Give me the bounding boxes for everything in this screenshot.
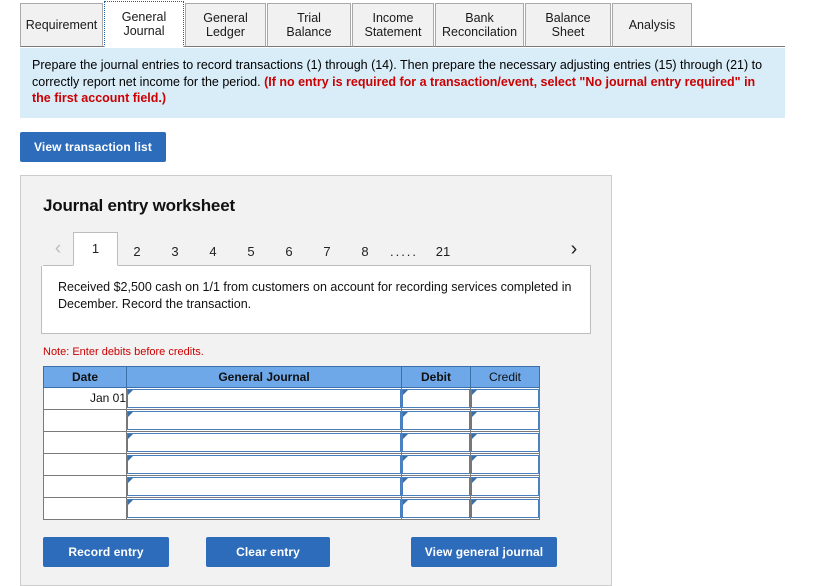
row-5-date-cell <box>43 474 127 498</box>
tab-requirement[interactable]: Requirement <box>20 3 103 47</box>
row-6-debit-cell[interactable] <box>401 496 471 520</box>
row-5-account-input[interactable] <box>127 476 401 496</box>
tab-list: Requirement General Journal General Ledg… <box>20 0 818 47</box>
worksheet-button-row: Record entry Clear entry View general jo… <box>43 536 557 567</box>
row-3-debit-input[interactable] <box>402 432 470 452</box>
row-3-debit-cell[interactable] <box>401 430 471 454</box>
pager-page-7[interactable]: 7 <box>308 237 346 266</box>
row-5-credit-input[interactable] <box>471 476 539 496</box>
row-4-debit-input[interactable] <box>402 454 470 474</box>
record-entry-button[interactable]: Record entry <box>43 536 169 567</box>
tab-general-ledger[interactable]: General Ledger <box>185 3 266 47</box>
journal-entry-table: Date General Journal Debit Credit Jan 01 <box>43 365 540 520</box>
tab-income-statement[interactable]: Income Statement <box>352 3 434 47</box>
row-3-credit-input[interactable] <box>471 432 539 452</box>
row-5-debit-cell[interactable] <box>401 474 471 498</box>
row-1-credit-cell[interactable] <box>470 386 540 410</box>
row-2-account-input[interactable] <box>127 410 401 430</box>
pager-page-1[interactable]: 1 <box>73 231 118 266</box>
transaction-description-text: Received $2,500 cash on 1/1 from custome… <box>58 279 572 311</box>
pager-ellipsis: ..... <box>389 243 419 259</box>
tab-bank-reconciliation[interactable]: Bank Reconcilation <box>435 3 524 47</box>
row-4-debit-cell[interactable] <box>401 452 471 476</box>
pager-page-2[interactable]: 2 <box>118 237 156 266</box>
row-2-account-cell[interactable] <box>126 408 402 432</box>
row-3-account-input[interactable] <box>127 432 401 452</box>
journal-table-header-row: Date General Journal Debit Credit <box>43 365 540 388</box>
row-6-account-input[interactable] <box>127 498 401 518</box>
pager-page-4[interactable]: 4 <box>194 237 232 266</box>
pager-next-chevron-right-icon[interactable]: › <box>557 233 591 266</box>
row-5-account-cell[interactable] <box>126 474 402 498</box>
transaction-description-box: Received $2,500 cash on 1/1 from custome… <box>41 265 591 334</box>
row-5-credit-cell[interactable] <box>470 474 540 498</box>
pager-page-21[interactable]: 21 <box>424 237 462 266</box>
pager-page-8[interactable]: 8 <box>346 237 384 266</box>
row-2-debit-input[interactable] <box>402 410 470 430</box>
table-row <box>43 496 540 520</box>
column-header-date: Date <box>43 365 127 388</box>
row-4-account-input[interactable] <box>127 454 401 474</box>
instructions-banner: Prepare the journal entries to record tr… <box>20 48 785 118</box>
row-5-debit-input[interactable] <box>402 476 470 496</box>
row-6-date-cell <box>43 496 127 520</box>
table-row <box>43 474 540 498</box>
row-4-credit-input[interactable] <box>471 454 539 474</box>
row-6-account-cell[interactable] <box>126 496 402 520</box>
view-transaction-list-button[interactable]: View transaction list <box>20 131 166 162</box>
row-3-date-cell <box>43 430 127 454</box>
tab-trial-balance[interactable]: Trial Balance <box>267 3 351 47</box>
table-row <box>43 452 540 476</box>
table-row <box>43 430 540 454</box>
main-tab-strip: Requirement General Journal General Ledg… <box>0 0 818 48</box>
column-header-debit: Debit <box>401 365 471 388</box>
row-6-credit-input[interactable] <box>471 498 539 518</box>
row-4-credit-cell[interactable] <box>470 452 540 476</box>
column-header-general-journal: General Journal <box>126 365 402 388</box>
pager-prev-chevron-left-icon[interactable]: ‹ <box>43 233 73 266</box>
row-6-credit-cell[interactable] <box>470 496 540 520</box>
pager-page-3[interactable]: 3 <box>156 237 194 266</box>
worksheet-pager: ‹ 1 2 3 4 5 6 7 8 ..... 21 › <box>43 231 591 266</box>
journal-table-head: Date General Journal Debit Credit <box>43 365 540 388</box>
row-4-account-cell[interactable] <box>126 452 402 476</box>
debits-before-credits-note: Note: Enter debits before credits. <box>43 345 204 358</box>
tab-general-journal[interactable]: General Journal <box>104 1 184 47</box>
row-2-debit-cell[interactable] <box>401 408 471 432</box>
row-6-debit-input[interactable] <box>402 498 470 518</box>
row-1-date-cell: Jan 01 <box>43 386 127 410</box>
column-header-credit: Credit <box>470 365 540 388</box>
row-1-debit-cell[interactable] <box>401 386 471 410</box>
row-3-credit-cell[interactable] <box>470 430 540 454</box>
row-1-debit-input[interactable] <box>402 388 470 408</box>
journal-entry-worksheet-panel: Journal entry worksheet ‹ 1 2 3 4 5 6 7 … <box>20 174 612 586</box>
tab-balance-sheet[interactable]: Balance Sheet <box>525 3 611 47</box>
row-3-account-cell[interactable] <box>126 430 402 454</box>
row-1-account-cell[interactable] <box>126 386 402 410</box>
toolbar: View transaction list <box>0 118 818 162</box>
table-row: Jan 01 <box>43 386 540 410</box>
row-2-date-cell <box>43 408 127 432</box>
row-1-account-input[interactable] <box>127 388 401 408</box>
journal-table-body: Jan 01 <box>43 386 540 520</box>
row-4-date-cell <box>43 452 127 476</box>
pager-page-5[interactable]: 5 <box>232 237 270 266</box>
row-2-credit-input[interactable] <box>471 410 539 430</box>
view-general-journal-button[interactable]: View general journal <box>411 536 557 567</box>
row-2-credit-cell[interactable] <box>470 408 540 432</box>
clear-entry-button[interactable]: Clear entry <box>206 536 330 567</box>
table-row <box>43 408 540 432</box>
pager-page-6[interactable]: 6 <box>270 237 308 266</box>
row-1-credit-input[interactable] <box>471 388 539 408</box>
tab-analysis[interactable]: Analysis <box>612 3 692 47</box>
worksheet-title: Journal entry worksheet <box>43 195 235 215</box>
